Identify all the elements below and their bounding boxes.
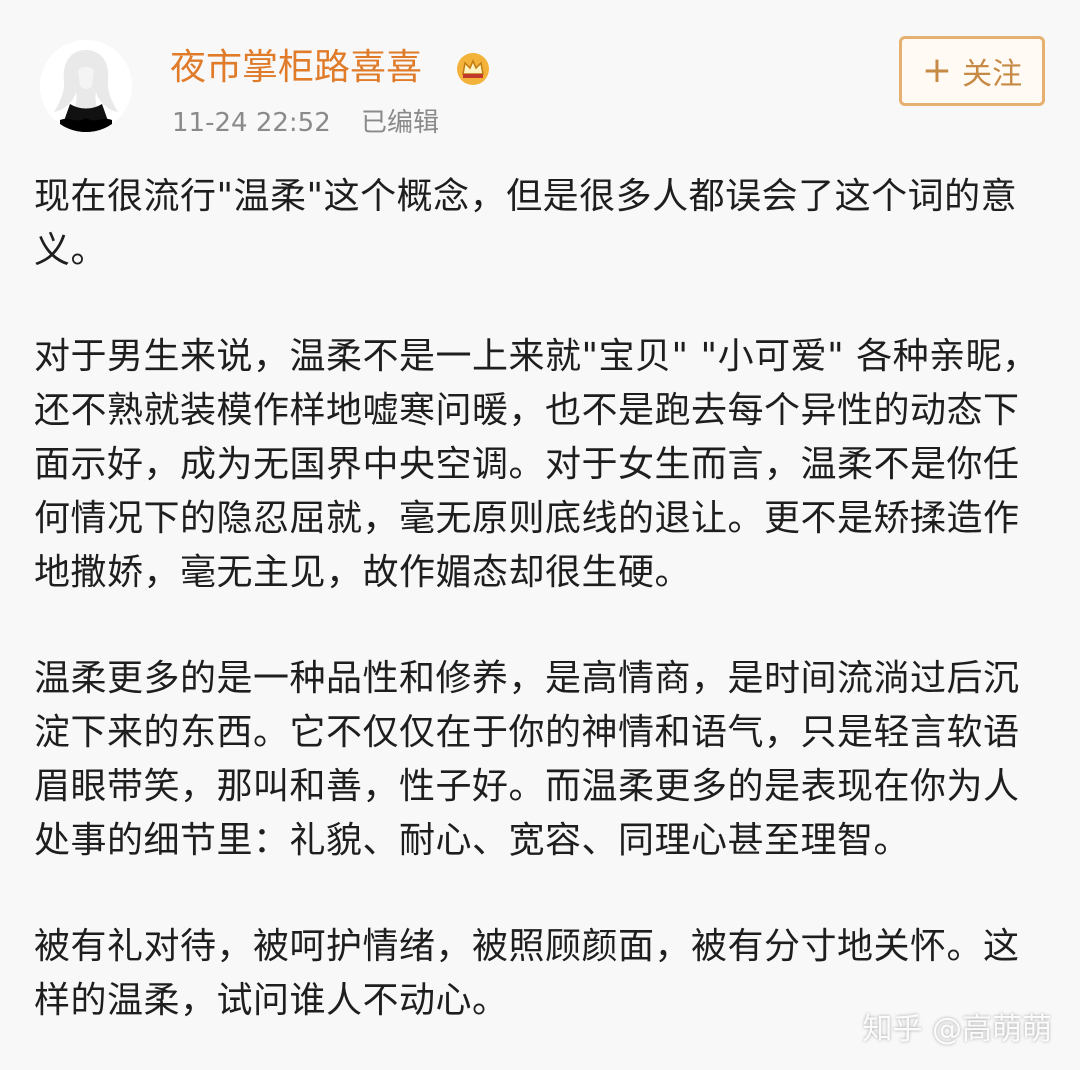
follow-button[interactable]: + 关注 [899, 36, 1045, 106]
watermark: 知乎 @高萌萌 [862, 1012, 1052, 1047]
avatar[interactable] [40, 40, 132, 132]
post-page: 夜市掌柜路喜喜 11-24 22:52 已编辑 + 关注 现在很流行"温柔"这个… [0, 0, 1080, 1070]
post-content: 现在很流行"温柔"这个概念，但是很多人都误会了这个词的意义。 对于男生来说，温柔… [34, 170, 1050, 1028]
post-header: 夜市掌柜路喜喜 11-24 22:52 已编辑 + 关注 [0, 0, 1080, 150]
plus-icon: + [921, 50, 953, 91]
edited-label: 已编辑 [361, 108, 440, 138]
post-paragraph: 对于男生来说，温柔不是一上来就"宝贝" "小可爱" 各种亲昵，还不熟就装模作样地… [34, 336, 1039, 593]
post-paragraph: 现在很流行"温柔"这个概念，但是很多人都误会了这个词的意义。 [34, 176, 1018, 271]
author-name[interactable]: 夜市掌柜路喜喜 [170, 46, 422, 90]
post-timestamp: 11-24 22:52 [172, 108, 331, 138]
crown-icon [457, 53, 489, 85]
follow-label: 关注 [962, 57, 1023, 92]
avatar-image [40, 40, 132, 132]
post-meta: 11-24 22:52 已编辑 [172, 106, 439, 140]
post-paragraph: 温柔更多的是一种品性和修养，是高情商，是时间流淌过后沉淀下来的东西。它不仅仅在于… [34, 658, 1020, 861]
